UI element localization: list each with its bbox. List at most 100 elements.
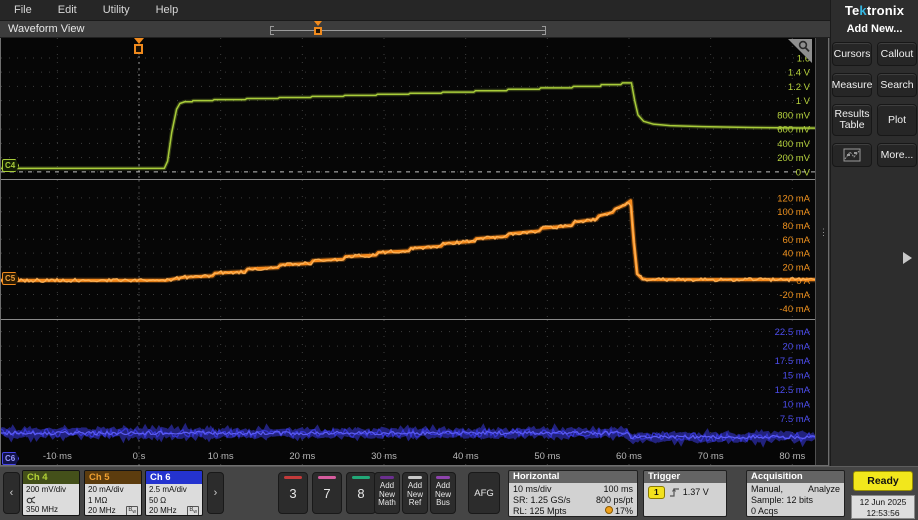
bottom-bar: ‹ Ch 4 200 mV/div 350 MHz Ch 5 20 mA/div… <box>0 466 918 520</box>
svg-text:12.5 mA: 12.5 mA <box>775 385 811 396</box>
svg-text:-10 ms: -10 ms <box>43 451 72 462</box>
ch6-scale: 2.5 mA/div <box>149 485 199 496</box>
ready-status-button[interactable]: Ready <box>853 471 913 491</box>
slice-svg-0: 1.61.4 V1.2 V1 V800 mV600 mV400 mV200 mV… <box>1 38 816 179</box>
sample-period: 800 ps/pt <box>596 495 633 506</box>
svg-text:1.4 V: 1.4 V <box>788 68 811 79</box>
svg-text:120 mA: 120 mA <box>777 193 810 204</box>
acquisition-count: 0 Acqs <box>751 506 840 517</box>
add-new-ref-button[interactable]: Add New Ref <box>402 472 428 514</box>
svg-text:7.5 mA: 7.5 mA <box>780 414 811 425</box>
trigger-title: Trigger <box>644 471 726 483</box>
more-button[interactable]: More... <box>877 143 917 167</box>
svg-text:20 mA: 20 mA <box>783 342 811 353</box>
scrollbar-handle-icon[interactable]: ⋮ <box>819 230 828 234</box>
slice-svg-2: 22.5 mA20 mA17.5 mA15 mA12.5 mA10 mA7.5 … <box>1 320 816 467</box>
ch6-impedance: 50 Ω <box>149 496 199 507</box>
acquisition-panel[interactable]: Acquisition Manual, Analyze Sample: 12 bi… <box>746 470 845 517</box>
menu-edit[interactable]: Edit <box>58 4 77 16</box>
trigger-level: 1.37 V <box>683 487 709 498</box>
menu-utility[interactable]: Utility <box>103 4 130 16</box>
callout-button[interactable]: Callout <box>877 42 917 66</box>
bandwidth-limit-icon: Bw <box>126 506 138 516</box>
vertical-scrollbar[interactable]: ⋮ <box>815 38 828 465</box>
channel-7-button[interactable]: 7 <box>312 472 342 514</box>
svg-text:60 ms: 60 ms <box>616 451 642 462</box>
svg-text:15 mA: 15 mA <box>783 371 811 382</box>
ch6-bandwidth: 20 MHz <box>149 506 177 516</box>
right-sidebar: Tektronix Add New... Cursors Callout Mea… <box>830 0 918 466</box>
position-indicator-icon <box>605 506 613 514</box>
waveform-slice-ch4[interactable]: 1.61.4 V1.2 V1 V800 mV600 mV400 mV200 mV… <box>1 38 816 179</box>
svg-text:40 mA: 40 mA <box>783 249 811 260</box>
horizontal-position: 17% <box>615 506 633 516</box>
svg-text:20 ms: 20 ms <box>289 451 315 462</box>
svg-text:10 ms: 10 ms <box>208 451 234 462</box>
measure-button[interactable]: Measure <box>832 73 872 97</box>
channel-badge-ch4[interactable]: Ch 4 200 mV/div 350 MHz <box>22 470 80 516</box>
ch5-scale: 20 mA/div <box>88 485 138 496</box>
add-new-header: Add New... <box>831 23 918 35</box>
svg-text:70 ms: 70 ms <box>698 451 724 462</box>
svg-text:100 mA: 100 mA <box>777 207 810 218</box>
channel-badge-ch6[interactable]: Ch 6 2.5 mA/div 50 Ω 20 MHz Bw <box>145 470 203 516</box>
channel-8-button[interactable]: 8 <box>346 472 376 514</box>
svg-text:0 V: 0 V <box>796 167 811 178</box>
svg-text:1.2 V: 1.2 V <box>788 82 811 93</box>
acquisition-analyze: Analyze <box>808 484 840 495</box>
svg-text:20 mA: 20 mA <box>783 262 811 273</box>
svg-text:800 mV: 800 mV <box>777 110 810 121</box>
svg-text:400 mV: 400 mV <box>777 139 810 150</box>
svg-text:40 ms: 40 ms <box>453 451 479 462</box>
search-button[interactable]: Search <box>877 73 917 97</box>
mask-icon <box>843 148 861 162</box>
overview-trigger-position-icon[interactable] <box>314 24 323 36</box>
results-table-button[interactable]: Results Table <box>832 104 872 136</box>
horizontal-scale: 10 ms/div <box>513 484 552 495</box>
waveform-slice-ch6[interactable]: 22.5 mA20 mA17.5 mA15 mA12.5 mA10 mA7.5 … <box>1 319 816 467</box>
channel-3-button[interactable]: 3 <box>278 472 308 514</box>
ch4-bandwidth: 350 MHz <box>26 505 76 516</box>
tab-bar: Waveform View <box>0 21 830 38</box>
ch5-impedance: 1 MΩ <box>88 496 138 507</box>
sample-rate: SR: 1.25 GS/s <box>513 495 571 506</box>
record-length: RL: 125 Mpts <box>513 506 567 517</box>
trigger-panel[interactable]: Trigger 1 1.37 V <box>643 470 727 517</box>
acquisition-sample: Sample: 12 bits <box>751 495 840 506</box>
channel-scroll-left-button[interactable]: ‹ <box>3 472 20 514</box>
bandwidth-limit-icon: Bw <box>187 506 199 516</box>
menu-help[interactable]: Help <box>156 4 179 16</box>
tektronix-logo: Tektronix <box>831 0 918 18</box>
cursors-button[interactable]: Cursors <box>832 42 872 66</box>
trigger-position-icon[interactable] <box>133 38 145 56</box>
acquisition-mode: Manual, <box>751 484 783 495</box>
overview-track <box>270 30 546 31</box>
overview-right-bracket <box>542 26 546 35</box>
time-label: 12:53:56 <box>852 508 914 519</box>
mask-test-button[interactable] <box>832 143 872 167</box>
waveform-display: 1.61.4 V1.2 V1 V800 mV600 mV400 mV200 mV… <box>0 38 829 466</box>
ch6-header: Ch 6 <box>146 471 202 484</box>
afg-button[interactable]: AFG <box>468 472 500 514</box>
svg-text:17.5 mA: 17.5 mA <box>775 356 811 367</box>
svg-text:80 mA: 80 mA <box>783 221 811 232</box>
add-new-bus-button[interactable]: Add New Bus <box>430 472 456 514</box>
record-overview-slider[interactable] <box>270 28 546 34</box>
horizontal-panel[interactable]: Horizontal 10 ms/div100 ms SR: 1.25 GS/s… <box>508 470 638 517</box>
waveform-slice-ch5[interactable]: 120 mA100 mA80 mA60 mA40 mA20 mA0 A-20 m… <box>1 179 816 320</box>
plot-button[interactable]: Plot <box>877 104 917 136</box>
ch4-scale: 200 mV/div <box>26 485 76 496</box>
channel-badge-ch5[interactable]: Ch 5 20 mA/div 1 MΩ 20 MHzBw <box>84 470 142 516</box>
panel-expander-arrow-icon[interactable] <box>903 252 912 264</box>
oscilloscope-screen: File Edit Utility Help Waveform View 1.6… <box>0 0 918 520</box>
svg-text:1 V: 1 V <box>796 96 811 107</box>
channel-scroll-right-button[interactable]: › <box>207 472 224 514</box>
acquisition-title: Acquisition <box>747 471 844 483</box>
add-new-math-button[interactable]: Add New Math <box>374 472 400 514</box>
svg-text:50 ms: 50 ms <box>534 451 560 462</box>
tab-waveform-view[interactable]: Waveform View <box>8 23 84 35</box>
svg-text:80 ms: 80 ms <box>779 451 805 462</box>
svg-text:-40 mA: -40 mA <box>779 304 810 315</box>
menu-file[interactable]: File <box>14 4 32 16</box>
svg-text:30 ms: 30 ms <box>371 451 397 462</box>
